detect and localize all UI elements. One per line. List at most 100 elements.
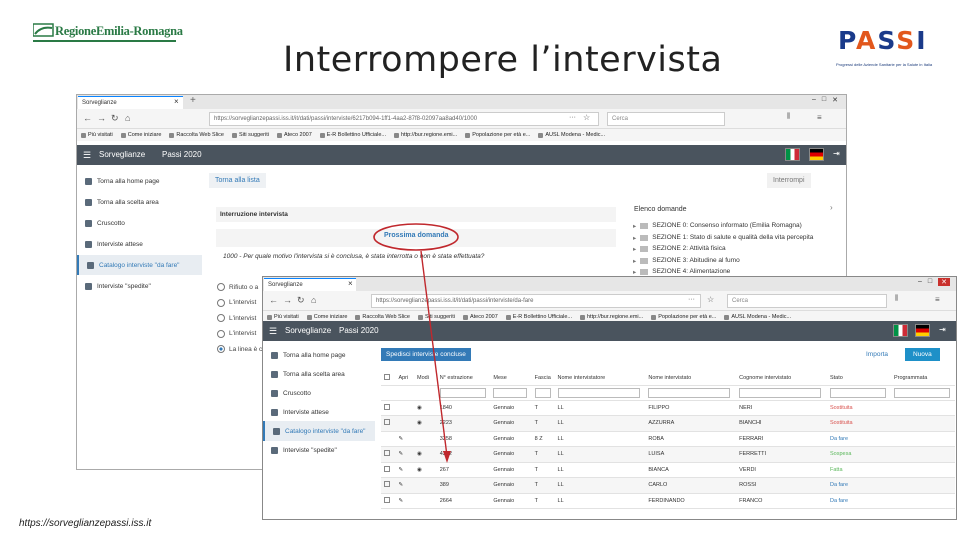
next-question-button[interactable]: Prossima domanda <box>384 232 449 239</box>
bookmark-item[interactable]: AUSL Modena - Medic... <box>724 313 791 321</box>
sidebar-item[interactable]: Interviste "spedite" <box>77 276 202 296</box>
eye-icon[interactable]: ◉ <box>417 405 422 411</box>
section-item[interactable]: ▸ SEZIONE 1: Stato di salute e qualità de… <box>633 234 813 242</box>
section-item[interactable]: ▸ SEZIONE 4: Alimentazione <box>633 268 730 276</box>
menu-icon[interactable]: ≡ <box>935 295 940 304</box>
column-header[interactable]: Fascia <box>531 371 555 386</box>
bookmark-item[interactable]: http://bur.regione.emi... <box>393 131 457 139</box>
bookmark-item[interactable]: Popolazione per età e... <box>465 131 530 139</box>
column-header[interactable]: Modi <box>414 371 437 386</box>
sidebar-item[interactable]: Cruscotto <box>77 213 202 233</box>
sidebar-item[interactable]: Torna alla scelta area <box>263 364 375 384</box>
bookmark-item[interactable]: E-R Bollettino Ufficiale... <box>319 131 386 139</box>
address-input[interactable]: https://sorveglianzepassi.iss.it/it/dati… <box>209 112 599 126</box>
german-flag-icon[interactable] <box>809 148 824 161</box>
import-button[interactable]: Importa <box>861 348 893 361</box>
bookmark-item[interactable]: Come iniziare <box>120 131 161 139</box>
sidebar-item[interactable]: Cruscotto <box>263 383 375 403</box>
bookmark-item[interactable]: Raccolta Web Slice <box>169 131 224 139</box>
select-all-checkbox[interactable] <box>384 373 390 380</box>
radio-option[interactable]: L'intervist <box>217 329 256 338</box>
close-tab-icon[interactable]: × <box>348 279 353 288</box>
eye-icon[interactable]: ◉ <box>417 420 422 426</box>
logout-icon[interactable]: ⇥ <box>833 149 840 158</box>
row-checkbox[interactable] <box>384 496 390 503</box>
bookmark-item[interactable]: AUSL Modena - Medic... <box>538 131 605 139</box>
chevron-right-icon[interactable]: › <box>830 203 833 212</box>
browser-tab[interactable]: Sorveglianze × <box>78 96 183 109</box>
hamburger-icon[interactable]: ☰ <box>83 150 91 161</box>
new-tab-icon[interactable]: + <box>190 95 196 106</box>
row-checkbox[interactable] <box>384 419 390 426</box>
table-row[interactable]: ✎ 2664 Gennaio T LL FERDINANDO FRANCO Da fare <box>381 493 955 509</box>
pencil-icon[interactable]: ✎ <box>398 436 403 442</box>
back-icon[interactable]: ← <box>269 295 278 305</box>
library-icon[interactable]: ⫼ <box>895 295 898 303</box>
bookmark-item[interactable]: Più visitati <box>81 131 113 139</box>
filter-input[interactable] <box>557 387 640 398</box>
column-header[interactable]: Stato <box>826 371 891 386</box>
bookmark-item[interactable]: E-R Bollettino Ufficiale... <box>505 313 572 321</box>
hamburger-icon[interactable]: ☰ <box>269 326 277 337</box>
column-header[interactable]: Nome intervistatore <box>554 371 646 386</box>
filter-input[interactable] <box>439 387 486 398</box>
maximize-icon[interactable]: □ <box>928 278 932 286</box>
bookmark-star-icon[interactable]: ☆ <box>707 295 714 304</box>
column-header[interactable]: Cognome intervistato <box>736 371 827 386</box>
filter-input[interactable] <box>893 387 950 398</box>
filter-input[interactable] <box>534 387 551 398</box>
german-flag-icon[interactable] <box>915 324 930 337</box>
row-checkbox[interactable] <box>384 403 390 410</box>
sidebar-item[interactable]: Interviste attese <box>263 402 375 422</box>
column-header[interactable]: Nome intervistato <box>645 371 737 386</box>
page-actions-icon[interactable]: ··· <box>569 114 576 121</box>
column-header[interactable]: Programmata <box>890 371 955 386</box>
filter-input[interactable] <box>648 387 731 398</box>
bookmark-item[interactable]: Siti suggeriti <box>231 131 269 139</box>
close-window-icon[interactable]: ✕ <box>832 96 838 104</box>
radio-option[interactable]: L'intervist <box>217 314 256 322</box>
maximize-icon[interactable]: □ <box>822 96 826 104</box>
bookmark-item[interactable]: Ateco 2007 <box>462 313 498 321</box>
table-row[interactable]: ◉ 2223 Gennaio T LL AZZURRA BIANCHI Sostituita <box>381 415 955 432</box>
menu-icon[interactable]: ≡ <box>817 113 822 122</box>
forward-icon[interactable]: → <box>97 113 106 123</box>
filter-input[interactable] <box>829 387 886 398</box>
sidebar-item[interactable]: Catalogo interviste "da fare" <box>77 255 202 275</box>
table-row[interactable]: ✎ ◉ 267 Gennaio T LL BIANCA VERDI Fatta <box>381 462 955 478</box>
reload-icon[interactable]: ↻ <box>111 113 119 124</box>
search-input[interactable]: Cerca <box>727 294 887 308</box>
page-actions-icon[interactable]: ··· <box>688 296 695 303</box>
back-to-list-button[interactable]: Torna alla lista <box>209 173 266 188</box>
column-header[interactable]: N° estrazione <box>436 371 491 386</box>
radio-option[interactable]: La linea è c <box>217 345 262 353</box>
bookmark-item[interactable]: Come iniziare <box>306 313 347 321</box>
italian-flag-icon[interactable] <box>893 324 908 337</box>
address-input[interactable]: https://sorveglianzepassi.iss.it/it/dati… <box>371 294 701 308</box>
bookmark-item[interactable]: Popolazione per età e... <box>651 313 716 321</box>
section-item[interactable]: ▸ SEZIONE 3: Abitudine al fumo <box>633 257 740 265</box>
minimize-icon[interactable]: – <box>918 278 922 286</box>
pencil-icon[interactable]: ✎ <box>398 451 403 457</box>
send-concluded-button[interactable]: Spedisci interviste concluse <box>381 348 471 361</box>
sidebar-item[interactable]: Torna alla home page <box>263 345 375 365</box>
close-tab-icon[interactable]: × <box>174 97 179 106</box>
column-header[interactable]: Mese <box>490 371 532 386</box>
sidebar-item[interactable]: Interviste attese <box>77 234 202 254</box>
radio-option[interactable]: L'intervist <box>217 298 256 307</box>
home-icon[interactable]: ⌂ <box>125 113 130 123</box>
bookmark-star-icon[interactable]: ☆ <box>583 113 590 122</box>
radio-option[interactable]: Rifiuto o a <box>217 283 258 291</box>
section-item[interactable]: ▸ SEZIONE 2: Attività fisica <box>633 245 726 253</box>
bookmark-item[interactable]: Raccolta Web Slice <box>355 313 410 321</box>
table-row[interactable]: ✎ ◉ 4342 Gennaio T LL LUISA FERRETTI Sospesa <box>381 446 955 463</box>
bookmark-item[interactable]: Ateco 2007 <box>276 131 312 139</box>
reload-icon[interactable]: ↻ <box>297 295 305 306</box>
eye-icon[interactable]: ◉ <box>417 451 422 457</box>
row-checkbox[interactable] <box>384 465 390 472</box>
pencil-icon[interactable]: ✎ <box>398 482 403 488</box>
search-input[interactable]: Cerca <box>607 112 725 126</box>
library-icon[interactable]: ⫼ <box>787 113 790 121</box>
eye-icon[interactable]: ◉ <box>417 467 422 473</box>
italian-flag-icon[interactable] <box>785 148 800 161</box>
